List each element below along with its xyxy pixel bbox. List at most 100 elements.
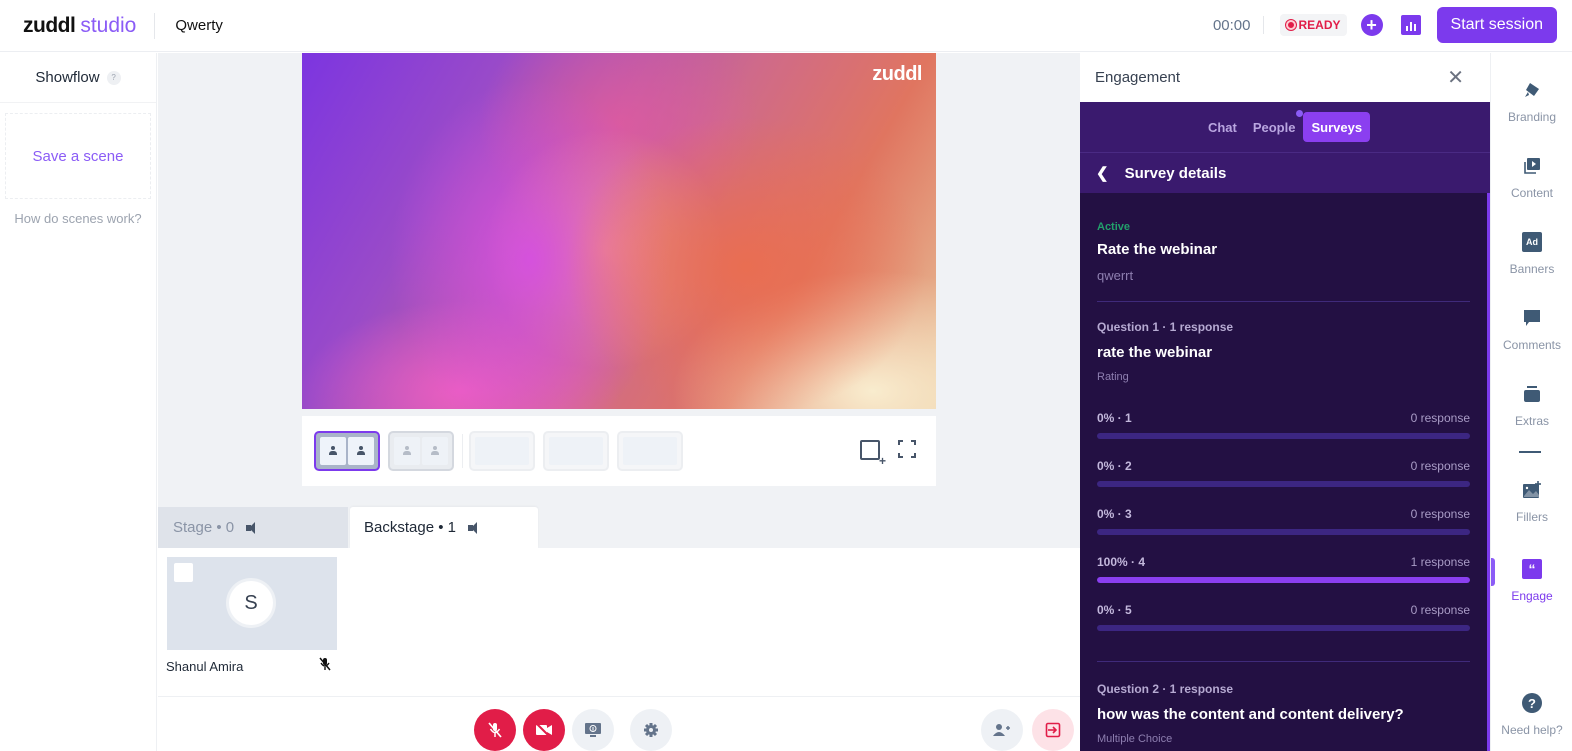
chevron-left-icon[interactable]: ❮	[1096, 164, 1109, 182]
question-type: Multiple Choice	[1097, 733, 1173, 745]
divider	[1519, 451, 1541, 453]
divider	[1097, 661, 1470, 662]
add-to-stage-icon[interactable]	[860, 440, 886, 468]
plus-icon: +	[1366, 15, 1377, 35]
leave-stage-button[interactable]	[1032, 709, 1074, 751]
rail-item-fillers[interactable]: Fillers	[1491, 480, 1572, 524]
person-icon	[430, 446, 440, 456]
app-logo: zuddl studio	[23, 14, 136, 38]
top-bar: zuddl studio Qwerty 00:00 READY + Start …	[0, 0, 1572, 52]
start-session-button[interactable]: Start session	[1436, 7, 1557, 43]
option-responses: 0 response	[1410, 411, 1470, 425]
tab-chat[interactable]: Chat	[1200, 112, 1245, 142]
layout-option[interactable]	[543, 431, 609, 471]
close-icon[interactable]: ✕	[1447, 65, 1464, 90]
survey-description: qwerrt	[1097, 268, 1134, 283]
paint-brush-icon	[1522, 80, 1542, 100]
option-label: 0% · 5	[1097, 603, 1132, 617]
play-media-icon	[1522, 156, 1542, 176]
stage-area: zuddl Stage • 0 Ba	[158, 53, 1080, 751]
option-label: 0% · 1	[1097, 411, 1132, 425]
question-type: Rating	[1097, 371, 1129, 383]
divider	[462, 434, 463, 468]
person-icon	[356, 446, 366, 456]
tab-label: Surveys	[1311, 119, 1363, 135]
backstage-area: S Shanul Amira	[158, 548, 1080, 696]
participant-checkbox[interactable]	[174, 563, 193, 582]
mic-muted-icon	[318, 657, 332, 674]
save-scene-button[interactable]: Save a scene	[5, 113, 151, 199]
layout-option[interactable]	[388, 431, 454, 471]
rail-label: Need help?	[1501, 723, 1563, 737]
question-text: how was the content and content delivery…	[1097, 706, 1404, 723]
question-text: rate the webinar	[1097, 344, 1213, 361]
rail-label: Branding	[1507, 110, 1557, 124]
session-title: Qwerty	[175, 17, 223, 34]
divider	[1262, 16, 1264, 34]
rail-item-branding[interactable]: Branding	[1491, 80, 1572, 124]
rail-item-extras[interactable]: Extras	[1491, 384, 1572, 428]
screen-share-button[interactable]	[572, 709, 614, 751]
need-help-button[interactable]: ? Need help?	[1491, 693, 1572, 737]
status-badge: READY	[1279, 14, 1347, 36]
rail-item-engage[interactable]: “ Engage	[1491, 559, 1572, 603]
brand-name: zuddl	[23, 13, 76, 37]
survey-body: Active Rate the webinar qwerrt Question …	[1080, 221, 1490, 745]
how-scenes-work-link[interactable]: How do scenes work?	[0, 211, 156, 226]
option-progress-bar	[1097, 433, 1470, 439]
option-progress-bar	[1097, 577, 1470, 583]
layout-tile	[394, 437, 420, 465]
rail-item-comments[interactable]: Comments	[1491, 308, 1572, 352]
progress-fill	[1097, 577, 1470, 583]
speaker-icon[interactable]	[467, 521, 482, 534]
stage-preview: zuddl	[302, 53, 936, 409]
camera-toggle-button[interactable]	[523, 709, 565, 751]
stage-tabs: Stage • 0 Backstage • 1	[158, 506, 1080, 548]
control-bar	[158, 696, 1080, 751]
bar-chart-icon	[1405, 26, 1408, 31]
layout-tile	[422, 437, 448, 465]
layout-option[interactable]	[617, 431, 683, 471]
image-add-icon	[1522, 480, 1542, 500]
add-user-icon	[993, 724, 1010, 736]
speaker-icon[interactable]	[246, 521, 260, 534]
tab-stage[interactable]: Stage • 0	[158, 507, 348, 548]
bar-chart-icon-bar	[1413, 24, 1416, 31]
engagement-header: Engagement ✕	[1080, 53, 1490, 102]
rail-item-content[interactable]: Content	[1491, 156, 1572, 200]
status-text: READY	[1298, 18, 1341, 32]
layout-option[interactable]	[469, 431, 535, 471]
tab-label: Chat	[1207, 119, 1237, 135]
tab-surveys[interactable]: Surveys	[1303, 112, 1371, 142]
rail-label: Banners	[1509, 262, 1555, 276]
record-dot-icon	[1285, 20, 1296, 30]
layout-tile	[475, 437, 529, 465]
layout-tile	[623, 437, 677, 465]
layout-option[interactable]	[314, 431, 380, 471]
option-label: 0% · 2	[1097, 459, 1132, 473]
analytics-button[interactable]	[1400, 15, 1421, 35]
rail-label: Extras	[1514, 414, 1549, 428]
mic-off-icon	[488, 722, 502, 738]
fullscreen-icon[interactable]	[898, 440, 916, 458]
rail-label: Comments	[1502, 338, 1561, 352]
add-button[interactable]: +	[1360, 14, 1383, 36]
question-meta: Question 1 · 1 response	[1097, 320, 1234, 334]
tab-people[interactable]: People	[1245, 110, 1304, 142]
survey-title: Rate the webinar	[1097, 241, 1218, 258]
settings-button[interactable]	[630, 709, 672, 751]
participant-tile[interactable]: S	[167, 557, 337, 650]
invite-user-button[interactable]	[981, 709, 1023, 751]
rail-label: Fillers	[1516, 510, 1548, 524]
exit-icon	[1045, 722, 1061, 738]
ad-banner-icon: Ad	[1522, 232, 1542, 252]
option-responses: 0 response	[1410, 603, 1470, 617]
mic-toggle-button[interactable]	[474, 709, 516, 751]
help-icon[interactable]: ?	[106, 70, 121, 85]
tab-backstage[interactable]: Backstage • 1	[350, 507, 538, 548]
tab-label: Stage • 0	[173, 519, 235, 536]
layout-tile	[320, 437, 346, 465]
rating-options: 0% · 1 0 response 0% · 2 0 response 0% · 3…	[1097, 411, 1470, 631]
engagement-title: Engagement	[1095, 69, 1181, 86]
rail-item-banners[interactable]: Ad Banners	[1491, 232, 1572, 276]
